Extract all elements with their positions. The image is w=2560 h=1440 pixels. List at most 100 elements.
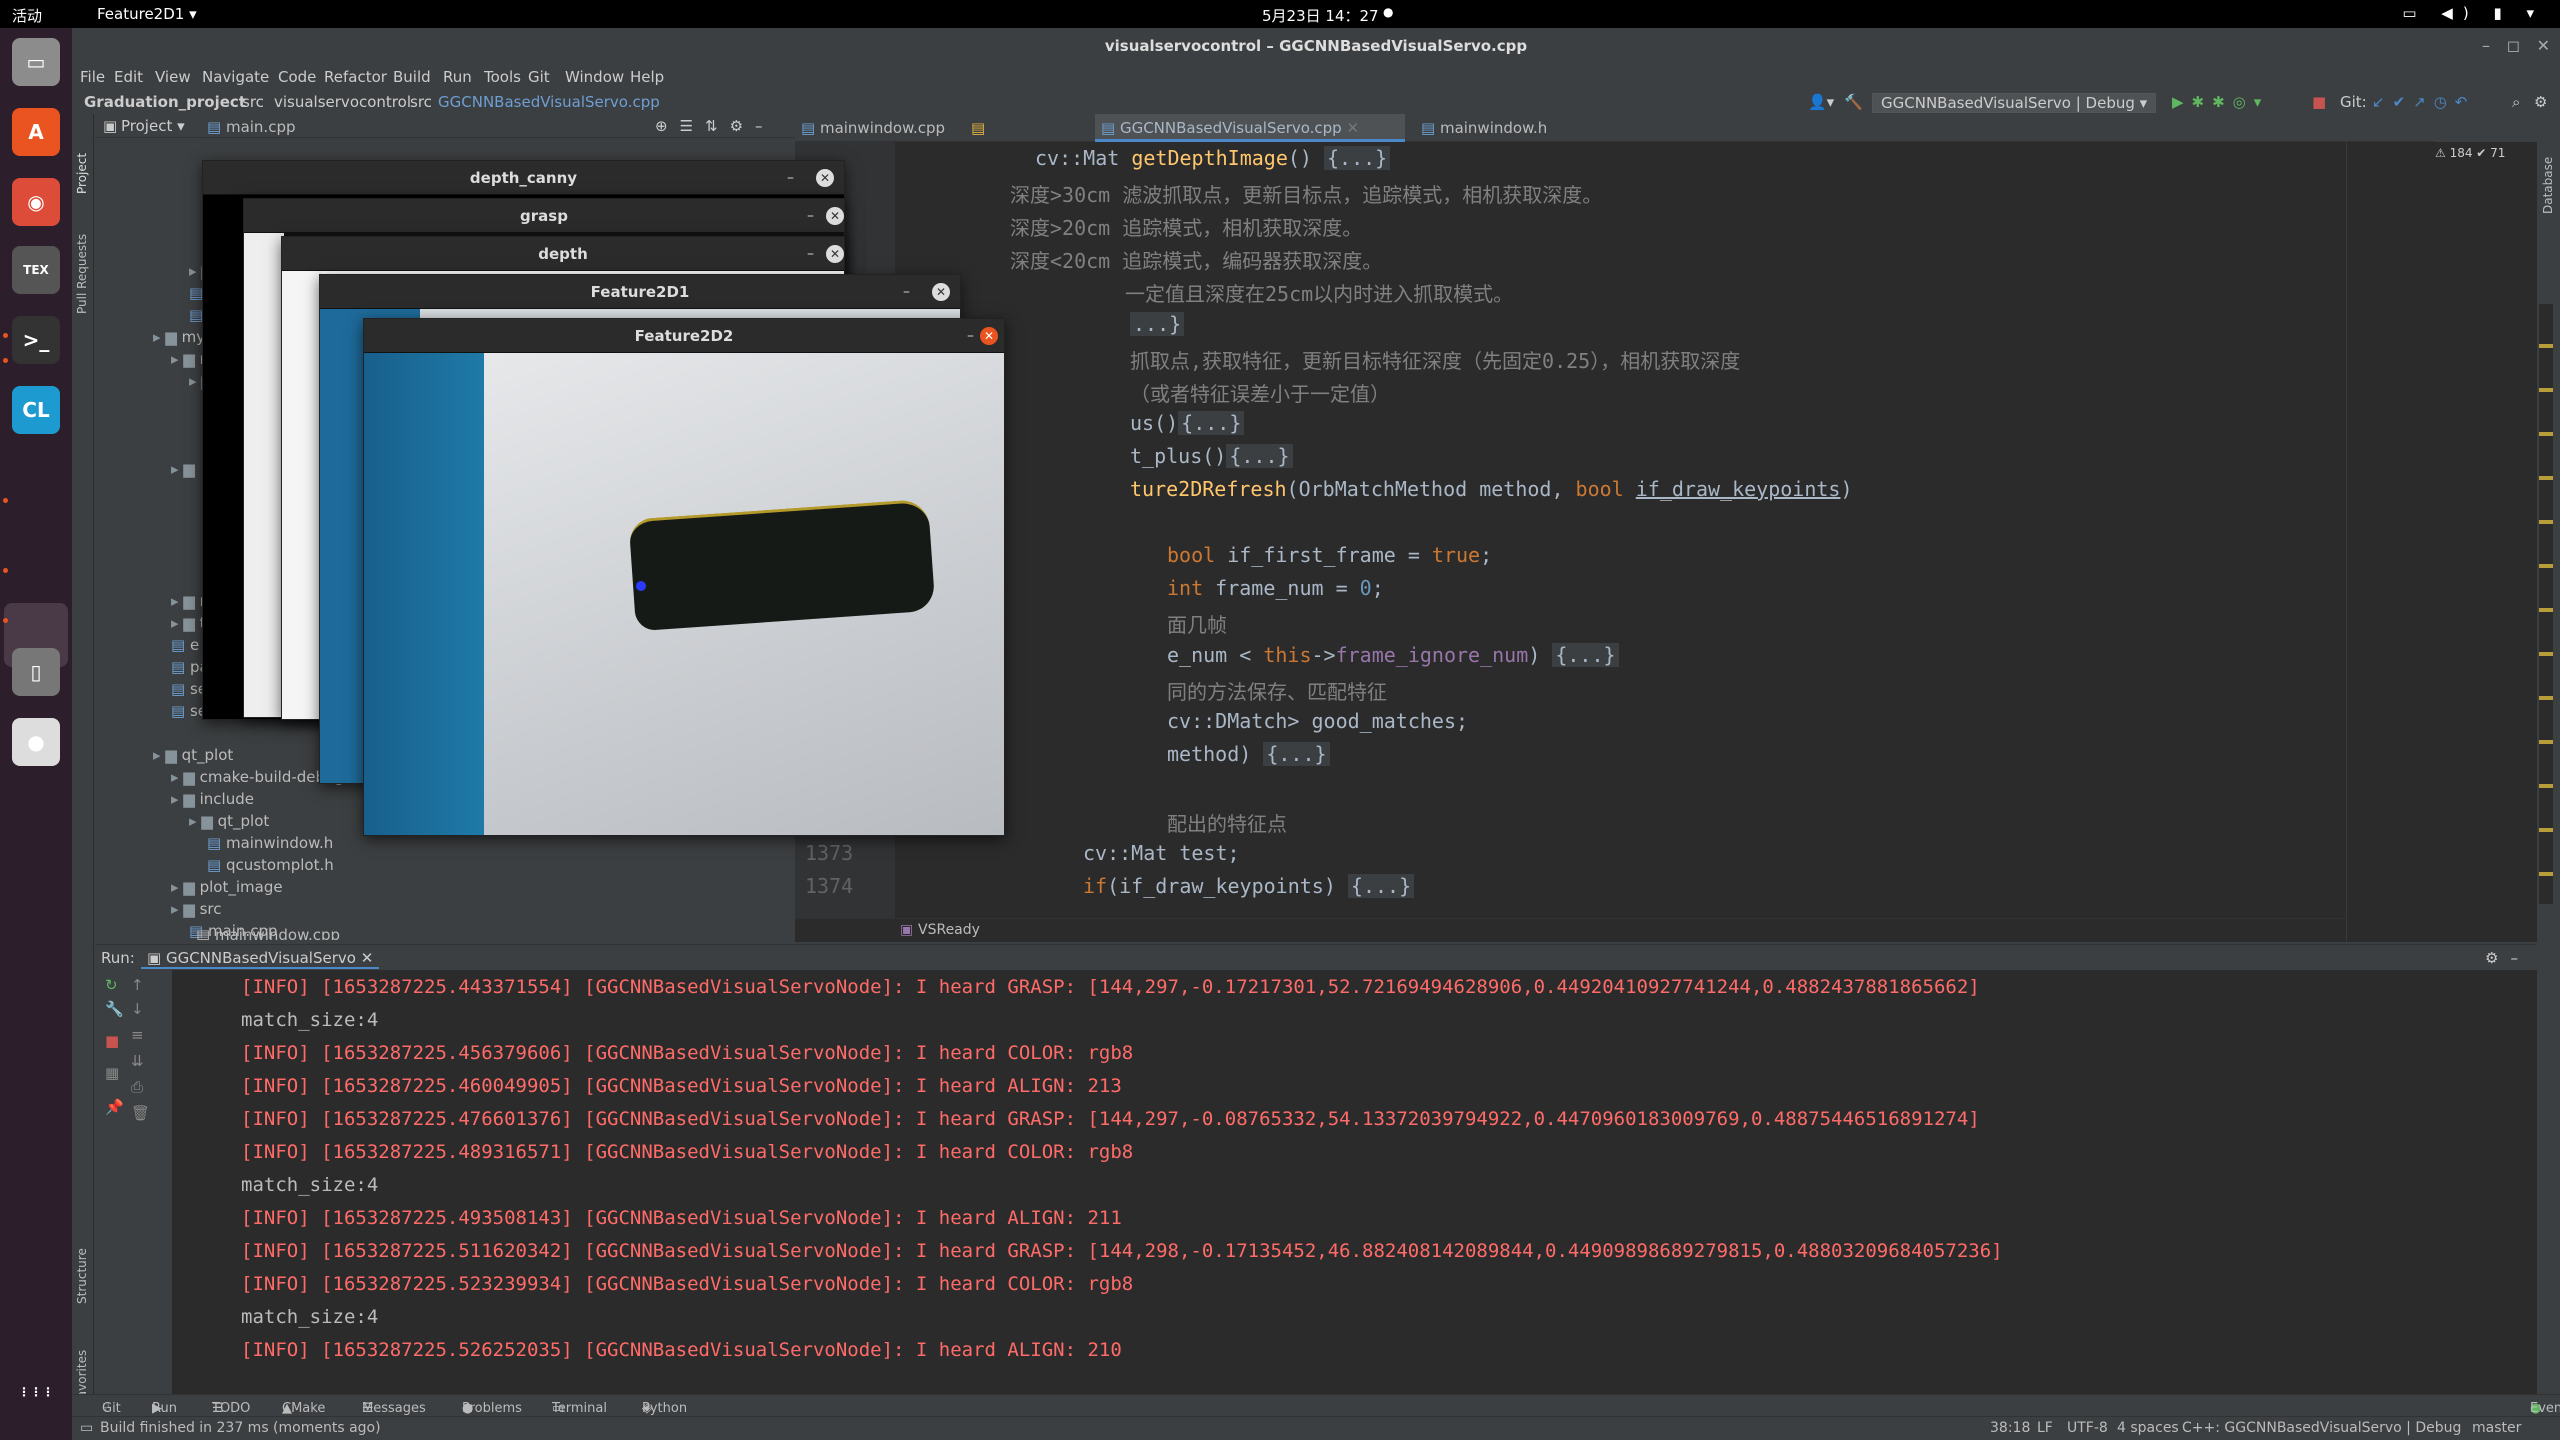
- database-tool-tab[interactable]: Database: [2541, 157, 2555, 214]
- status-item[interactable]: 38:18: [1990, 1420, 2030, 1436]
- cv-window-feature2d2[interactable]: Feature2D2 – ✕: [363, 318, 1005, 836]
- menu-edit[interactable]: Edit: [114, 68, 143, 86]
- close-icon[interactable]: ✕: [826, 245, 844, 263]
- menu-build[interactable]: Build: [393, 68, 431, 86]
- git-actions-icons[interactable]: ↙✔↗◷↶: [2372, 93, 2475, 111]
- status-layout-icon[interactable]: ▭: [80, 1420, 93, 1436]
- down-icon[interactable]: ↓: [131, 1000, 144, 1018]
- menu-navigate[interactable]: Navigate: [202, 68, 269, 86]
- code-editor[interactable]: cv::Mat getDepthImage() {...} 深度>30cm 滤波抓…: [795, 142, 2345, 942]
- terminal-icon[interactable]: >_: [12, 316, 60, 364]
- run-config-select[interactable]: GGCNNBasedVisualServo | Debug ▾: [1872, 93, 2157, 113]
- clion-icon[interactable]: CL: [12, 386, 60, 434]
- editor-breadcrumb-text[interactable]: VSReady: [918, 922, 980, 938]
- close-tab-icon[interactable]: ✕: [1342, 119, 1359, 137]
- stop-icon[interactable]: ■: [105, 1032, 119, 1050]
- breadcrumb-item[interactable]: Graduation_project: [84, 93, 246, 111]
- menu-refactor[interactable]: Refactor: [324, 68, 387, 86]
- pull-requests-tool-tab[interactable]: Pull Requests: [75, 234, 89, 314]
- structure-tool-tab[interactable]: Structure: [75, 1248, 89, 1304]
- print-icon[interactable]: ⎙: [131, 1078, 143, 1096]
- tree-item[interactable]: ▸ ▆ src: [171, 900, 222, 918]
- tree-item[interactable]: ▤ e: [171, 636, 199, 654]
- user-icon[interactable]: 👤▾: [1808, 93, 1834, 111]
- tree-item[interactable]: ▸ ▆ include: [171, 790, 254, 808]
- minimize-icon[interactable]: –: [787, 161, 794, 195]
- run-panel-tools[interactable]: ⚙–: [2485, 949, 2530, 967]
- breadcrumb-item[interactable]: GGCNNBasedVisualServo.cpp: [438, 93, 660, 111]
- system-tray[interactable]: ▭ ◀) ▮ ▾: [2402, 4, 2544, 22]
- up-icon[interactable]: ↑: [131, 976, 144, 994]
- menu-run[interactable]: Run: [443, 68, 472, 86]
- status-item[interactable]: master: [2472, 1420, 2521, 1436]
- activities-button[interactable]: 活动: [12, 5, 42, 26]
- editor-tab[interactable]: ▤ mainwindow.h ✕: [1415, 114, 1555, 165]
- project-tool-tab[interactable]: Project: [75, 153, 89, 194]
- tree-item[interactable]: ▸ ▆ plot_image: [171, 878, 283, 896]
- menu-help[interactable]: Help: [630, 68, 664, 86]
- pin-icon[interactable]: 📌: [105, 1098, 124, 1116]
- soft-wrap-icon[interactable]: ≡: [131, 1026, 144, 1044]
- tree-item[interactable]: ▤ mainwindow.h: [207, 834, 333, 852]
- inspection-widget[interactable]: ⚠ 184 ✔ 71: [2435, 146, 2505, 160]
- menu-view[interactable]: View: [155, 68, 191, 86]
- chrome-icon[interactable]: ◉: [12, 178, 60, 226]
- project-panel-tools[interactable]: ⊕☰⇅⚙–: [655, 117, 775, 135]
- error-stripe[interactable]: [2539, 304, 2553, 904]
- run-toolbar-icons[interactable]: ▶✱✱◎▾: [2172, 93, 2269, 111]
- close-icon[interactable]: ✕: [2537, 28, 2550, 64]
- status-item[interactable]: C++: GGCNNBasedVisualServo | Debug: [2182, 1420, 2461, 1436]
- removable-drive-icon[interactable]: ▯: [12, 648, 60, 696]
- editor-tab[interactable]: ▤ ggcnn_run.py ✕: [965, 114, 1090, 193]
- breadcrumb-item[interactable]: src: [410, 93, 432, 111]
- minimize-icon[interactable]: –: [2482, 28, 2490, 64]
- tree-item[interactable]: ▤ qcustomplot.h: [207, 856, 334, 874]
- menu-git[interactable]: Git: [528, 68, 550, 86]
- minimize-icon[interactable]: –: [807, 237, 814, 271]
- menu-window[interactable]: Window: [565, 68, 624, 86]
- maximize-icon[interactable]: ◻: [2507, 28, 2520, 64]
- trash-icon[interactable]: 🗑: [131, 1104, 150, 1122]
- status-item[interactable]: LF: [2037, 1420, 2053, 1436]
- menu-file[interactable]: File: [80, 68, 105, 86]
- minimize-icon[interactable]: –: [807, 199, 814, 233]
- app-menu[interactable]: Feature2D1 ▾: [97, 5, 197, 23]
- close-icon[interactable]: ✕: [980, 327, 998, 345]
- close-icon[interactable]: ✕: [826, 207, 844, 225]
- menu-code[interactable]: Code: [278, 68, 316, 86]
- close-icon[interactable]: ✕: [816, 169, 834, 187]
- status-item[interactable]: 4 spaces: [2117, 1420, 2179, 1436]
- tree-item[interactable]: ▸ ▆ qt_plot: [189, 812, 269, 830]
- close-icon[interactable]: ✕: [932, 283, 950, 301]
- scroll-end-icon[interactable]: ⇊: [131, 1052, 144, 1070]
- disc-icon[interactable]: ●: [12, 718, 60, 766]
- editor-tab[interactable]: ▤ mainwindow.cpp ✕: [795, 114, 955, 165]
- minimize-icon[interactable]: –: [903, 275, 910, 309]
- tree-item[interactable]: ▤ mainwindow.cpp: [196, 926, 396, 940]
- texmaker-icon[interactable]: TEX: [12, 246, 60, 294]
- tree-item[interactable]: ▸ ▆ qt_plot: [153, 746, 233, 764]
- settings-icon[interactable]: ⚙: [2534, 93, 2547, 111]
- wrench-icon[interactable]: 🔧: [105, 1000, 124, 1018]
- breadcrumb-item[interactable]: src: [242, 93, 264, 111]
- minimize-icon[interactable]: –: [967, 319, 974, 353]
- software-icon[interactable]: A: [12, 108, 60, 156]
- files-icon[interactable]: ▭: [12, 38, 60, 86]
- tree-item[interactable]: ▸ ▆: [171, 460, 195, 478]
- editor-tab[interactable]: ▤ GGCNNBasedVisualServo.cpp ✕: [1095, 114, 1405, 142]
- project-view-select[interactable]: Project ▾: [121, 117, 185, 135]
- status-item[interactable]: UTF-8: [2067, 1420, 2108, 1436]
- breadcrumb-item[interactable]: visualservocontrol: [274, 93, 411, 111]
- console-output[interactable]: [INFO] [1653287225.443371554] [GGCNNBase…: [172, 970, 2537, 1425]
- layout-icon[interactable]: ▦: [105, 1064, 119, 1082]
- rerun-icon[interactable]: ↻: [105, 976, 118, 994]
- search-icon[interactable]: ⌕: [2512, 93, 2520, 111]
- menu-tools[interactable]: Tools: [484, 68, 521, 86]
- run-tab[interactable]: ▣ GGCNNBasedVisualServo ✕: [141, 949, 380, 969]
- stop-icon[interactable]: ■: [2312, 93, 2326, 111]
- clock[interactable]: 5月23日 14：27: [1262, 5, 1379, 26]
- show-apps-icon[interactable]: ⋮⋮⋮: [12, 1368, 60, 1416]
- build-status[interactable]: Build finished in 237 ms (moments ago): [100, 1420, 381, 1436]
- tree-item[interactable]: ▤ main.cpp: [207, 118, 296, 136]
- build-hammer-icon[interactable]: 🔨: [1844, 93, 1863, 111]
